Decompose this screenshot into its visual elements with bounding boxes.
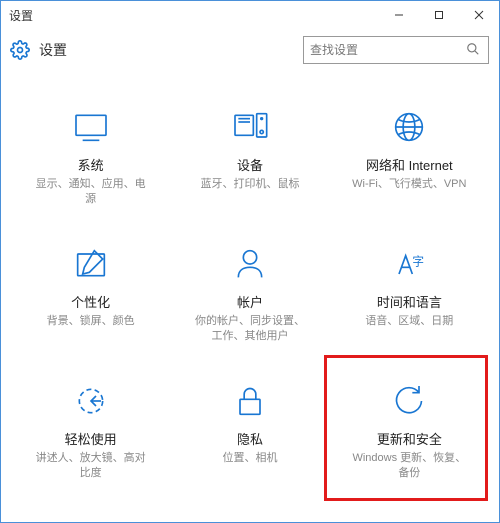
- maximize-button[interactable]: [419, 1, 459, 29]
- svg-text:字: 字: [413, 255, 425, 269]
- tile-network[interactable]: 网络和 Internet Wi-Fi、飞行模式、VPN: [330, 101, 489, 228]
- tile-devices[interactable]: 设备 蓝牙、打印机、鼠标: [170, 101, 329, 228]
- tile-label: 帐户: [237, 292, 263, 311]
- settings-window: 设置 设置: [0, 0, 500, 523]
- minimize-button[interactable]: [379, 1, 419, 29]
- tile-desc: 位置、相机: [222, 451, 277, 466]
- minimize-icon: [394, 10, 404, 20]
- tile-label: 轻松使用: [65, 429, 117, 448]
- tile-ease-of-access[interactable]: 轻松使用 讲述人、放大镜、高对比度: [11, 375, 170, 502]
- search-box[interactable]: [303, 36, 489, 64]
- display-icon: [71, 107, 111, 147]
- lock-icon: [230, 381, 270, 421]
- tile-desc: 讲述人、放大镜、高对比度: [31, 451, 151, 481]
- tile-label: 更新和安全: [377, 429, 442, 448]
- header: 设置: [1, 29, 499, 71]
- tile-system[interactable]: 系统 显示、通知、应用、电源: [11, 101, 170, 228]
- paint-icon: [71, 244, 111, 284]
- tile-label: 设备: [237, 155, 263, 174]
- tile-time-language[interactable]: 字 时间和语言 语音、区域、日期: [330, 238, 489, 365]
- tile-desc: 你的帐户、同步设置、工作、其他用户: [190, 314, 310, 344]
- tile-label: 系统: [78, 155, 104, 174]
- tile-desc: 语音、区域、日期: [365, 314, 453, 329]
- window-title: 设置: [9, 7, 33, 24]
- close-icon: [474, 10, 484, 20]
- tile-privacy[interactable]: 隐私 位置、相机: [170, 375, 329, 502]
- maximize-icon: [434, 10, 444, 20]
- search-icon: [466, 42, 482, 58]
- page-title: 设置: [39, 40, 67, 60]
- language-icon: 字: [389, 244, 429, 284]
- tile-desc: 蓝牙、打印机、鼠标: [200, 177, 299, 192]
- tile-desc: Windows 更新、恢复、备份: [349, 451, 469, 481]
- tile-label: 时间和语言: [377, 292, 442, 311]
- search-input[interactable]: [310, 43, 466, 57]
- tile-personalization[interactable]: 个性化 背景、锁屏、颜色: [11, 238, 170, 365]
- tile-accounts[interactable]: 帐户 你的帐户、同步设置、工作、其他用户: [170, 238, 329, 365]
- tile-label: 隐私: [237, 429, 263, 448]
- ease-icon: [71, 381, 111, 421]
- gear-icon: [9, 39, 31, 61]
- tile-desc: 显示、通知、应用、电源: [31, 177, 151, 207]
- tile-update-security[interactable]: 更新和安全 Windows 更新、恢复、备份: [330, 375, 489, 502]
- globe-icon: [389, 107, 429, 147]
- user-icon: [230, 244, 270, 284]
- titlebar: 设置: [1, 1, 499, 29]
- tile-desc: Wi-Fi、飞行模式、VPN: [352, 177, 466, 192]
- tile-label: 网络和 Internet: [366, 155, 453, 174]
- tiles-grid: 系统 显示、通知、应用、电源 设备 蓝牙、打印机、鼠标: [1, 71, 499, 522]
- tile-label: 个性化: [71, 292, 110, 311]
- update-icon: [389, 381, 429, 421]
- tile-desc: 背景、锁屏、颜色: [47, 314, 135, 329]
- close-button[interactable]: [459, 1, 499, 29]
- devices-icon: [230, 107, 270, 147]
